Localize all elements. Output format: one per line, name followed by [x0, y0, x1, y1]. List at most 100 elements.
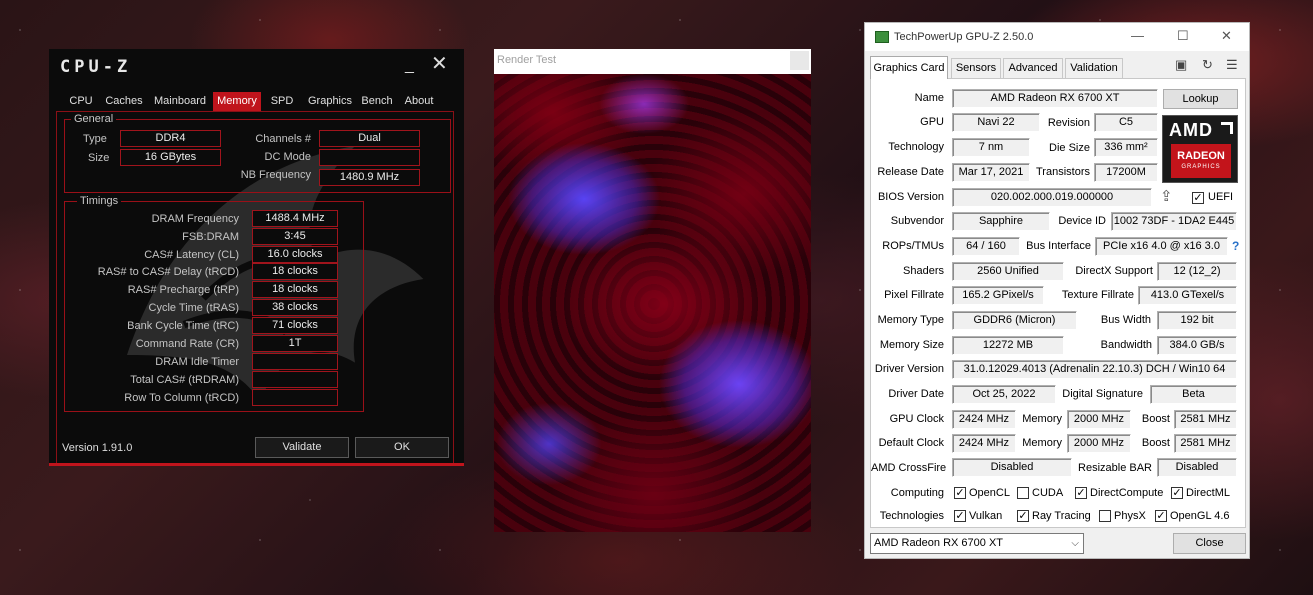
validate-button[interactable]: Validate	[255, 437, 349, 458]
name-label: Name	[914, 92, 944, 104]
maximize-icon[interactable]: ☐	[1177, 28, 1189, 44]
timings-group-label: Timings	[77, 195, 122, 207]
resizable-bar-value: Disabled	[1157, 458, 1237, 477]
help-icon[interactable]: ?	[1232, 239, 1239, 253]
texture-fillrate-value: 413.0 GTexel/s	[1138, 286, 1237, 305]
tab-advanced[interactable]: Advanced	[1003, 58, 1063, 78]
tab-graphics-card[interactable]: Graphics Card	[870, 56, 948, 79]
vulkan-checkbox[interactable]: ✓	[954, 510, 966, 522]
close-icon[interactable]: ✕	[431, 54, 449, 74]
menu-icon[interactable]: ☰	[1226, 57, 1238, 73]
timing-value: 1488.4 MHz	[252, 210, 338, 227]
tab-sensors[interactable]: Sensors	[951, 58, 1001, 78]
type-label: Type	[83, 133, 107, 145]
rops-tmus-value: 64 / 160	[952, 237, 1020, 256]
tab-graphics[interactable]: Graphics	[303, 92, 357, 111]
cuda-label: CUDA	[1032, 487, 1064, 499]
physx-checkbox[interactable]	[1099, 510, 1111, 522]
default-clock-value: 2424 MHz	[952, 434, 1016, 453]
timing-label: Row To Column (tRCD)	[124, 392, 239, 404]
memory-type-value: GDDR6 (Micron)	[952, 311, 1077, 330]
timing-label: DRAM Idle Timer	[155, 356, 239, 368]
timing-label: RAS# to CAS# Delay (tRCD)	[97, 266, 239, 278]
gpuz-window: TechPowerUp GPU-Z 2.50.0 — ☐ ✕ Graphics …	[864, 22, 1250, 559]
type-value: DDR4	[120, 130, 221, 147]
default-memory-value: 2000 MHz	[1067, 434, 1131, 453]
vulkan-label: Vulkan	[969, 510, 1003, 522]
timing-value: 3:45	[252, 228, 338, 245]
subvendor-label: Subvendor	[890, 215, 944, 227]
camera-icon[interactable]: ▣	[1175, 57, 1187, 73]
close-button[interactable]: Close	[1173, 533, 1246, 554]
timing-label: Bank Cycle Time (tRC)	[127, 320, 239, 332]
tab-mainboard[interactable]: Mainboard	[149, 92, 211, 111]
tab-caches[interactable]: Caches	[101, 92, 147, 111]
digital-signature-value: Beta	[1150, 385, 1237, 404]
bandwidth-label: Bandwidth	[1100, 339, 1152, 351]
revision-label: Revision	[1047, 117, 1090, 129]
minimize-icon[interactable]: _	[405, 58, 419, 74]
timing-value	[252, 353, 338, 370]
driver-version-label: Driver Version	[874, 363, 944, 375]
render-titlebar[interactable]: Render Test	[494, 49, 811, 74]
pixel-fillrate-label: Pixel Fillrate	[884, 289, 944, 301]
resizable-bar-label: Resizable BAR	[1078, 462, 1152, 474]
directcompute-checkbox[interactable]: ✓	[1075, 487, 1087, 499]
tab-memory[interactable]: Memory	[213, 92, 261, 111]
crossfire-label: AMD CrossFire	[871, 462, 947, 474]
transistors-value: 17200M	[1094, 163, 1158, 182]
radeon-text: RADEON	[1177, 150, 1225, 162]
ray-tracing-checkbox[interactable]: ✓	[1017, 510, 1029, 522]
cuda-checkbox[interactable]	[1017, 487, 1029, 499]
timing-value: 18 clocks	[252, 263, 338, 280]
render-canvas	[494, 74, 811, 532]
directml-checkbox[interactable]: ✓	[1171, 487, 1183, 499]
timing-value: 38 clocks	[252, 299, 338, 316]
timing-value: 16.0 clocks	[252, 246, 338, 263]
cpuz-version: Version 1.91.0	[62, 442, 133, 454]
share-icon[interactable]: ⇪	[1160, 187, 1180, 205]
device-select-value: AMD Radeon RX 6700 XT	[874, 537, 1004, 549]
uefi-checkbox[interactable]: ✓	[1192, 192, 1204, 204]
tab-spd[interactable]: SPD	[265, 92, 299, 111]
physx-label: PhysX	[1114, 510, 1146, 522]
uefi-label: UEFI	[1208, 191, 1234, 203]
release-date-label: Release Date	[877, 166, 944, 178]
timing-value: 1T	[252, 335, 338, 352]
general-group-label: General	[71, 113, 117, 125]
gpuz-titlebar[interactable]: TechPowerUp GPU-Z 2.50.0 — ☐ ✕	[865, 23, 1249, 51]
driver-date-label: Driver Date	[888, 388, 944, 400]
timing-value	[252, 371, 338, 388]
transistors-label: Transistors	[1036, 166, 1090, 178]
tab-bench[interactable]: Bench	[357, 92, 397, 111]
cpuz-titlebar[interactable]: CPU-Z _ ✕	[49, 49, 464, 85]
subvendor-value: Sapphire	[952, 212, 1050, 231]
refresh-icon[interactable]: ↻	[1202, 57, 1213, 73]
bus-width-label: Bus Width	[1100, 314, 1151, 326]
pixel-fillrate-value: 165.2 GPixel/s	[952, 286, 1044, 305]
gpuz-title: TechPowerUp GPU-Z 2.50.0	[894, 31, 1034, 43]
ok-button[interactable]: OK	[355, 437, 449, 458]
nb-frequency-label: NB Frequency	[240, 169, 311, 181]
timing-value	[252, 389, 338, 406]
tab-validation[interactable]: Validation	[1065, 58, 1123, 78]
device-select[interactable]: AMD Radeon RX 6700 XT ⌵	[870, 533, 1084, 554]
opengl-checkbox[interactable]: ✓	[1155, 510, 1167, 522]
close-icon[interactable]: ✕	[1221, 28, 1232, 44]
technologies-label: Technologies	[879, 510, 944, 522]
gpu-clock-value: 2424 MHz	[952, 410, 1016, 429]
technology-label: Technology	[888, 141, 944, 153]
timing-label: Command Rate (CR)	[135, 338, 239, 350]
minimize-icon[interactable]: —	[1131, 28, 1144, 43]
tab-cpu[interactable]: CPU	[63, 92, 99, 111]
lookup-button[interactable]: Lookup	[1163, 89, 1238, 109]
texture-fillrate-label: Texture Fillrate	[1061, 289, 1134, 301]
opencl-checkbox[interactable]: ✓	[954, 487, 966, 499]
memory-type-label: Memory Type	[877, 314, 944, 326]
size-value: 16 GBytes	[120, 149, 221, 166]
nb-frequency-value: 1480.9 MHz	[319, 169, 420, 186]
die-size-value: 336 mm²	[1094, 138, 1158, 157]
render-close-button[interactable]	[790, 51, 809, 70]
size-label: Size	[88, 152, 110, 164]
tab-about[interactable]: About	[399, 92, 439, 111]
